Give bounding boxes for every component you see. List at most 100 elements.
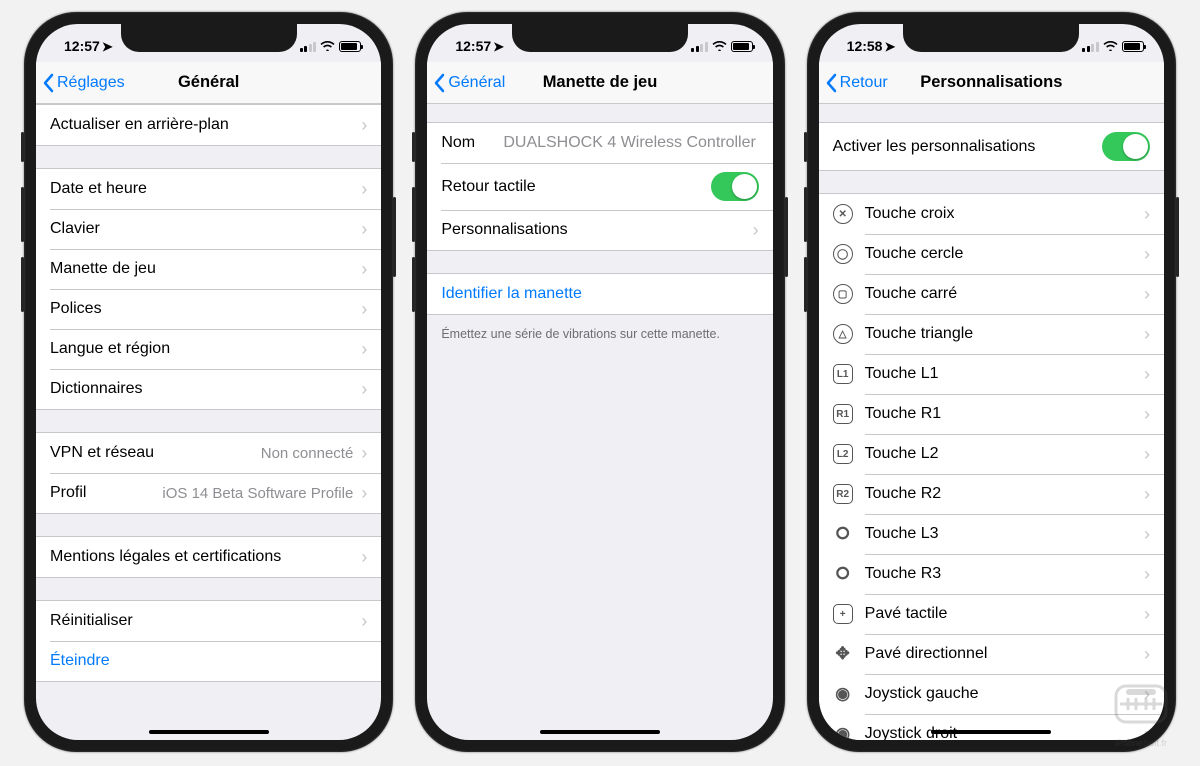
back-button[interactable]: Réglages — [42, 62, 125, 103]
wifi-icon — [320, 39, 335, 54]
row-fonts[interactable]: Polices› — [36, 289, 381, 329]
row-dictionaries[interactable]: Dictionnaires› — [36, 369, 381, 409]
row-enable-customizations[interactable]: Activer les personnalisations — [819, 123, 1164, 170]
battery-icon — [1122, 41, 1144, 52]
content[interactable]: Activer les personnalisations ✕ Touche cr… — [819, 104, 1164, 740]
home-indicator[interactable] — [540, 730, 660, 734]
circle-icon: ◯ — [833, 244, 853, 264]
l2-icon: L2 — [833, 444, 853, 464]
row-button-triangle[interactable]: △ Touche triangle› — [819, 314, 1164, 354]
row-legal[interactable]: Mentions légales et certifications› — [36, 537, 381, 577]
row-profile[interactable]: ProfiliOS 14 Beta Software Profile› — [36, 473, 381, 513]
l1-icon: L1 — [833, 364, 853, 384]
footer-hint: Émettez une série de vibrations sur cett… — [427, 321, 772, 347]
row-button-cross[interactable]: ✕ Touche croix› — [819, 194, 1164, 234]
notch — [903, 24, 1079, 52]
row-name[interactable]: NomDUALSHOCK 4 Wireless Controller — [427, 123, 772, 163]
battery-icon — [339, 41, 361, 52]
r1-icon: R1 — [833, 404, 853, 424]
chevron-icon: › — [1144, 325, 1150, 343]
row-vpn[interactable]: VPN et réseauNon connecté› — [36, 433, 381, 473]
chevron-icon: › — [1144, 445, 1150, 463]
page-title: Général — [178, 73, 239, 92]
row-button-L3[interactable]: ⭘ Touche L3› — [819, 514, 1164, 554]
chevron-icon: › — [1144, 285, 1150, 303]
l3-icon: ⭘ — [833, 524, 853, 544]
row-game-controller[interactable]: Manette de jeu› — [36, 249, 381, 289]
customizations-toggle[interactable] — [1102, 132, 1150, 161]
chevron-icon: › — [1144, 485, 1150, 503]
signal-icon — [300, 41, 317, 52]
content[interactable]: Actualiser en arrière-plan› Date et heur… — [36, 104, 381, 740]
button-label: Touche R1 — [865, 405, 1144, 423]
row-button-R1[interactable]: R1 Touche R1› — [819, 394, 1164, 434]
row-keyboard[interactable]: Clavier› — [36, 209, 381, 249]
dpad-icon: ✥ — [833, 644, 853, 664]
button-label: Touche L2 — [865, 445, 1144, 463]
row-customizations[interactable]: Personnalisations› — [427, 210, 772, 250]
row-reset[interactable]: Réinitialiser› — [36, 601, 381, 641]
chevron-icon: › — [1144, 605, 1150, 623]
chevron-icon: › — [1144, 525, 1150, 543]
button-label: Touche L3 — [865, 525, 1144, 543]
home-indicator[interactable] — [931, 730, 1051, 734]
wifi-icon — [712, 39, 727, 54]
row-button-L2[interactable]: L2 Touche L2› — [819, 434, 1164, 474]
chevron-icon: › — [1144, 645, 1150, 663]
row-button-R2[interactable]: R2 Touche R2› — [819, 474, 1164, 514]
button-label: Touche cercle — [865, 245, 1144, 263]
status-time: 12:57➤ — [455, 38, 504, 55]
home-indicator[interactable] — [149, 730, 269, 734]
chevron-icon: › — [361, 116, 367, 134]
nav-bar: Général Manette de jeu — [427, 62, 772, 104]
button-label: Touche triangle — [865, 325, 1144, 343]
content[interactable]: NomDUALSHOCK 4 Wireless Controller Retou… — [427, 104, 772, 740]
button-label: Touche R3 — [865, 565, 1144, 583]
row-button-square[interactable]: ▢ Touche carré› — [819, 274, 1164, 314]
row-language-region[interactable]: Langue et région› — [36, 329, 381, 369]
chevron-icon: › — [1144, 405, 1150, 423]
haptic-toggle[interactable] — [711, 172, 759, 201]
row-shutdown[interactable]: Éteindre — [36, 641, 381, 681]
r2-icon: R2 — [833, 484, 853, 504]
cross-icon: ✕ — [833, 204, 853, 224]
status-time: 12:58➤ — [847, 38, 896, 55]
phone-customizations: 12:58➤ Retour Personnalisations Activer … — [807, 12, 1176, 752]
phone-controller: 12:57➤ Général Manette de jeu NomDUALSHO… — [415, 12, 784, 752]
button-label: Touche L1 — [865, 365, 1144, 383]
button-label: Touche R2 — [865, 485, 1144, 503]
triangle-icon: △ — [833, 324, 853, 344]
row-date-time[interactable]: Date et heure› — [36, 169, 381, 209]
page-title: Manette de jeu — [543, 73, 658, 92]
chevron-icon: › — [1144, 205, 1150, 223]
row-button-L1[interactable]: L1 Touche L1› — [819, 354, 1164, 394]
watermark: iPhoneSoft.fr — [1096, 668, 1186, 758]
notch — [512, 24, 688, 52]
nav-bar: Retour Personnalisations — [819, 62, 1164, 104]
touchpad-icon: + — [833, 604, 853, 624]
chevron-icon: › — [1144, 565, 1150, 583]
status-time: 12:57➤ — [64, 38, 113, 55]
wifi-icon — [1103, 39, 1118, 54]
button-label: Touche croix — [865, 205, 1144, 223]
signal-icon — [1082, 41, 1099, 52]
stick-right-icon: ◉ — [833, 724, 853, 740]
signal-icon — [691, 41, 708, 52]
row-haptic[interactable]: Retour tactile — [427, 163, 772, 210]
row-identify-controller[interactable]: Identifier la manette — [427, 274, 772, 314]
chevron-icon: › — [1144, 245, 1150, 263]
back-button[interactable]: Retour — [825, 62, 888, 103]
chevron-icon: › — [1144, 365, 1150, 383]
back-button[interactable]: Général — [433, 62, 505, 103]
row-button-touchpad[interactable]: + Pavé tactile› — [819, 594, 1164, 634]
page-title: Personnalisations — [920, 73, 1062, 92]
row-button-circle[interactable]: ◯ Touche cercle› — [819, 234, 1164, 274]
row-button-R3[interactable]: ⭘Touche R3› — [819, 554, 1164, 594]
button-label: Pavé directionnel — [865, 645, 1144, 663]
button-label: Pavé tactile — [865, 605, 1144, 623]
square-icon: ▢ — [833, 284, 853, 304]
battery-icon — [731, 41, 753, 52]
row-background-refresh[interactable]: Actualiser en arrière-plan› — [36, 105, 381, 145]
phone-general: 12:57➤ Réglages Général Actualiser en ar… — [24, 12, 393, 752]
button-label: Touche carré — [865, 285, 1144, 303]
